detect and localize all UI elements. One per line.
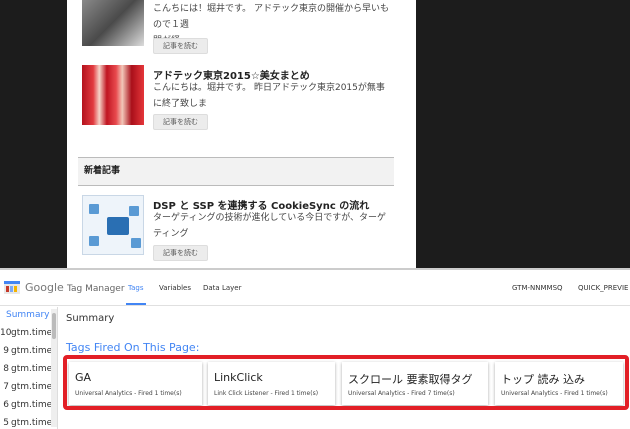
event-label: gtm.timer <box>11 382 52 392</box>
article-item[interactable]: DSP と SSP を連携する CookieSync の流れ ターゲティングの技… <box>82 195 397 265</box>
brand-product: Tag Manager <box>66 284 125 294</box>
event-label: gtm.timer <box>11 346 52 356</box>
article-thumbnail[interactable] <box>82 0 144 46</box>
blog-page: こんちには！堀井です。 アドテック東京の開催から早いもので１週 間が経... 記… <box>0 0 630 268</box>
gtm-toolbar: Google Tag Manager Tags Variables Data L… <box>0 270 630 306</box>
event-number: 8 <box>3 364 9 374</box>
container-id: GTM-NNMMSQ <box>512 284 563 292</box>
event-number: 9 <box>3 346 9 356</box>
event-number: 7 <box>3 382 9 392</box>
read-article-button[interactable]: 記事を読む <box>153 38 208 54</box>
event-number: 10 <box>0 328 12 338</box>
sidebar-item-event[interactable]: 6 gtm.timer <box>0 400 52 410</box>
tab-variables[interactable]: Variables <box>159 284 191 292</box>
article-list: こんちには！堀井です。 アドテック東京の開催から早いもので１週 間が経... 記… <box>67 0 416 268</box>
preview-workspace-label: QUICK_PREVIE <box>578 284 629 292</box>
sidebar-item-event[interactable]: 10gtm.timer <box>0 328 52 338</box>
tag-manager-logo-icon <box>4 281 20 294</box>
gtm-debug-pane: Google Tag Manager Tags Variables Data L… <box>0 268 630 429</box>
tab-data-layer[interactable]: Data Layer <box>203 284 241 292</box>
section-heading-latest: 新着記事 <box>78 157 394 186</box>
read-article-button[interactable]: 記事を読む <box>153 245 208 261</box>
article-thumbnail[interactable] <box>82 65 144 125</box>
article-item[interactable]: こんちには！堀井です。 アドテック東京の開催から早いもので１週 間が経... 記… <box>82 0 397 56</box>
event-number: 6 <box>3 400 9 410</box>
event-label: gtm.timer <box>11 364 52 374</box>
article-item[interactable]: アドテック東京2015☆美女まとめ こんにちは。堀井です。 昨日アドテック東京2… <box>82 65 397 135</box>
excerpt-line: ターゲティングの技術が進化している今日ですが、ターゲティング <box>153 213 387 239</box>
article-thumbnail[interactable] <box>82 195 144 255</box>
tab-tags[interactable]: Tags <box>126 284 145 305</box>
excerpt-line: こんちには！堀井です。 アドテック東京の開催から早いもので１週 <box>153 4 389 30</box>
sidebar-item-event[interactable]: 9 gtm.timer <box>0 346 52 356</box>
sidebar-scrollbar[interactable] <box>51 309 57 427</box>
event-label: gtm.timer <box>11 328 52 338</box>
brand-google: Google <box>25 281 64 294</box>
sidebar-item-event[interactable]: 8 gtm.timer <box>0 364 52 374</box>
sidebar-item-event[interactable]: 7 gtm.timer <box>0 382 52 392</box>
event-sidebar: Summary 10gtm.timer 9 gtm.timer 8 gtm.time… <box>0 307 58 429</box>
tags-fired-heading: Tags Fired On This Page: <box>66 341 200 354</box>
gtm-brand: Google Tag Manager <box>25 281 125 294</box>
event-label: gtm.timer <box>11 400 52 410</box>
excerpt-line: こんにちは。堀井です。 昨日アドテック東京2015が無事に終了致しま <box>153 83 385 109</box>
read-article-button[interactable]: 記事を読む <box>153 114 208 130</box>
page-title: Summary <box>66 313 115 324</box>
highlight-annotation <box>63 355 629 410</box>
